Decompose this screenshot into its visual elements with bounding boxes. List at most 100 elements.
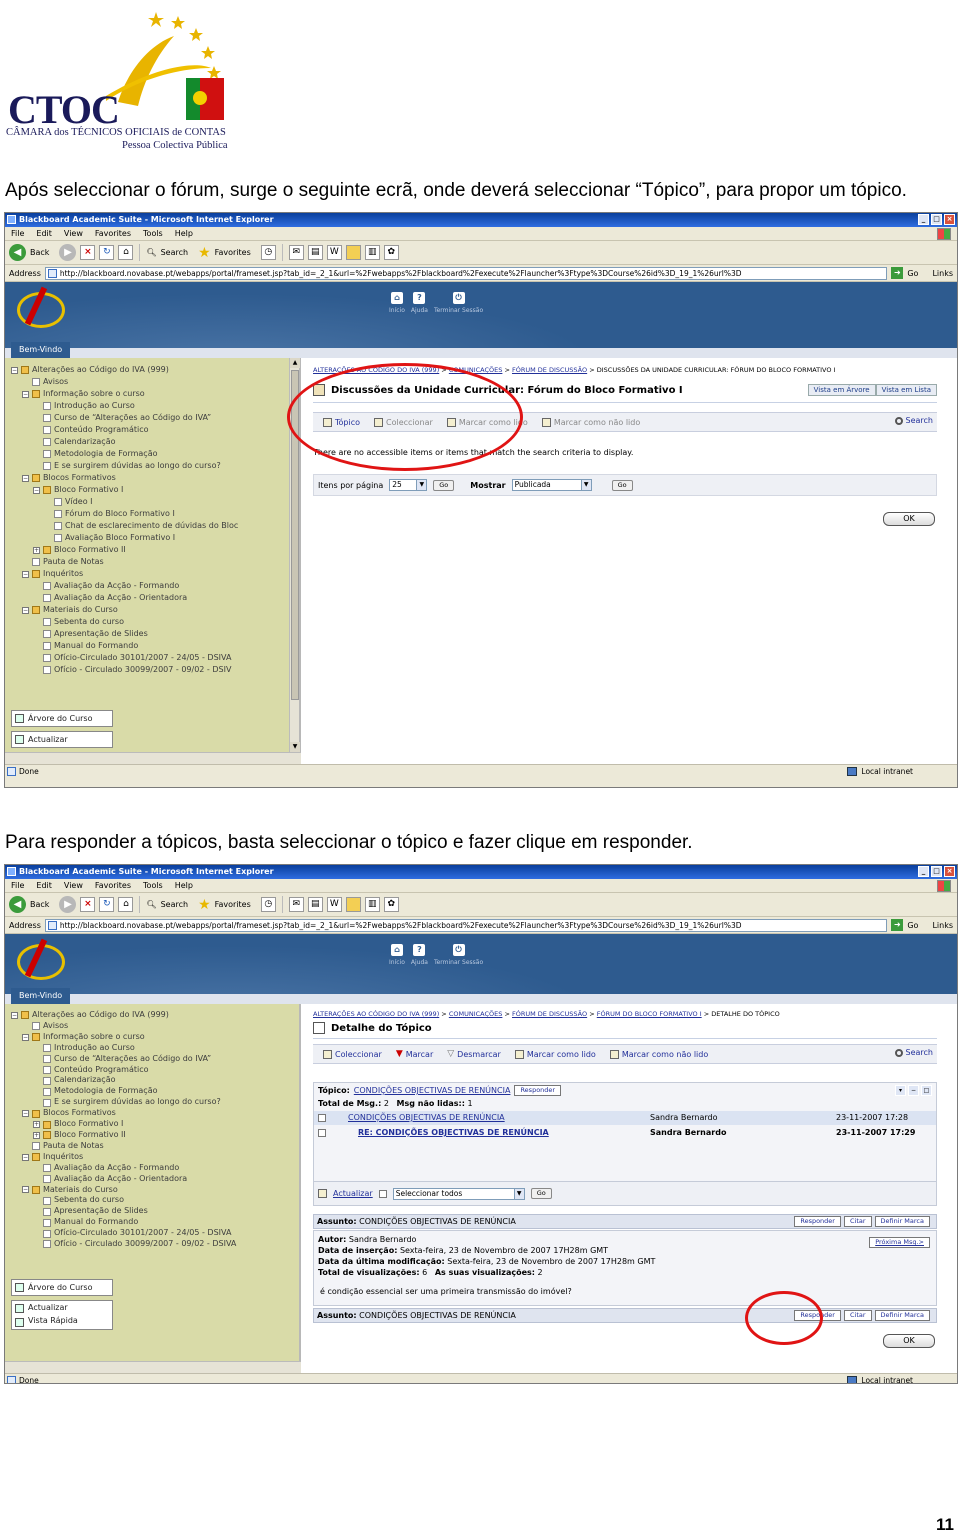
search-button-label[interactable]: Search xyxy=(161,248,188,257)
menu-help[interactable]: Help xyxy=(175,227,193,240)
vista-rapida-button[interactable]: Vista Rápida xyxy=(28,1316,78,1325)
select-go-button[interactable]: Go xyxy=(530,1188,552,1199)
marcar-button[interactable]: ▼ Marcar xyxy=(396,1049,433,1059)
menu-file[interactable]: File xyxy=(11,879,24,892)
collapse-icon[interactable]: − xyxy=(22,1153,29,1161)
tree-item[interactable]: Ofício - Circulado 30099/2007 - 09/02 - … xyxy=(11,664,238,676)
menu-view[interactable]: View xyxy=(64,879,83,892)
tree-item[interactable]: Metodologia de Formação xyxy=(11,448,238,460)
nav-ajuda[interactable]: ? Ajuda xyxy=(411,292,428,314)
print-icon[interactable]: ▤ xyxy=(307,897,323,912)
tree-item[interactable]: + Bloco Formativo II xyxy=(11,1130,236,1141)
mail-icon[interactable]: ✉ xyxy=(288,897,304,912)
back-arrow-icon[interactable]: ◀ xyxy=(9,244,26,261)
research-icon[interactable]: ▥ xyxy=(364,897,380,912)
ok-button[interactable]: OK xyxy=(883,512,935,526)
go-arrow-icon[interactable]: ➜ xyxy=(891,267,904,279)
thread-checkbox[interactable] xyxy=(318,1114,326,1122)
menu-tools[interactable]: Tools xyxy=(143,227,163,240)
citar-button-bottom[interactable]: Citar xyxy=(843,1310,872,1321)
menu-favorites[interactable]: Favorites xyxy=(95,879,131,892)
edit-icon[interactable]: W xyxy=(326,245,342,260)
tree-item[interactable]: − Blocos Formativos xyxy=(11,1108,236,1119)
thread-subject[interactable]: CONDIÇÕES OBJECTIVAS DE RENÚNCIA xyxy=(348,1113,505,1122)
back-button-label[interactable]: Back xyxy=(30,248,49,257)
nav-inicio[interactable]: ⌂ Início xyxy=(389,944,405,966)
tree-item[interactable]: − Bloco Formativo I xyxy=(11,484,238,496)
menu-edit[interactable]: Edit xyxy=(36,227,52,240)
definir-marca-button[interactable]: Definir Marca xyxy=(874,1216,930,1227)
tree-item[interactable]: Conteúdo Programático xyxy=(11,1065,236,1076)
scroll-down-icon[interactable]: ▼ xyxy=(290,742,300,752)
stop-icon[interactable]: × xyxy=(80,897,96,912)
breadcrumb-forum[interactable]: FÓRUM DE DISCUSSÃO xyxy=(512,1010,587,1018)
collapse-icon[interactable]: − xyxy=(22,1186,29,1194)
show-go-button[interactable]: Go xyxy=(611,479,633,491)
tree-item[interactable]: − Informação sobre o curso xyxy=(11,388,238,400)
tree-item[interactable]: Curso de “Alterações ao Código do IVA” xyxy=(11,412,238,424)
select-all-dropdown[interactable]: Seleccionar todos ▼ xyxy=(392,1187,525,1200)
mail-icon[interactable]: ✉ xyxy=(288,245,304,260)
view-tree-button[interactable]: Vista em Árvore xyxy=(807,384,876,396)
tab-bem-vindo[interactable]: Bem-Vindo xyxy=(11,342,71,358)
tree-item[interactable]: Pauta de Notas xyxy=(11,1141,236,1152)
print-icon[interactable]: ▤ xyxy=(307,245,323,260)
actualizar-button[interactable]: Actualizar xyxy=(28,1303,68,1312)
search-button[interactable]: Search xyxy=(894,1048,933,1057)
ok-button[interactable]: OK xyxy=(883,1334,935,1348)
proxima-msg-button[interactable]: Próxima Msg.> xyxy=(869,1237,930,1248)
tree-hscrollbar[interactable] xyxy=(5,752,301,764)
breadcrumb-forum-bloco[interactable]: FÓRUM DO BLOCO FORMATIVO I xyxy=(597,1010,702,1018)
thread-checkbox[interactable] xyxy=(318,1129,326,1137)
breadcrumb-comunicacoes[interactable]: COMUNICAÇÕES xyxy=(449,1010,503,1018)
tree-item[interactable]: + Bloco Formativo I xyxy=(11,1119,236,1130)
thread-row[interactable]: RE: CONDIÇÕES OBJECTIVAS DE RENÚNCIA San… xyxy=(314,1126,936,1140)
go-button-label[interactable]: Go xyxy=(907,269,918,278)
expand-icon[interactable]: + xyxy=(33,546,40,554)
tree-item[interactable]: Avaliação da Acção - Orientadora xyxy=(11,592,238,604)
nav-ajuda[interactable]: ? Ajuda xyxy=(411,944,428,966)
menu-tools[interactable]: Tools xyxy=(143,879,163,892)
actualizar-button[interactable]: Actualizar xyxy=(11,731,113,748)
tree-item[interactable]: − Alterações ao Código do IVA (999) xyxy=(11,1010,236,1021)
tree-item[interactable]: Sebenta do curso xyxy=(11,616,238,628)
favorites-button-label[interactable]: Favorites xyxy=(215,900,251,909)
tab-bem-vindo[interactable]: Bem-Vindo xyxy=(11,988,71,1004)
responder-button[interactable]: Responder xyxy=(794,1216,841,1227)
menu-view[interactable]: View xyxy=(64,227,83,240)
edit-icon[interactable]: W xyxy=(326,897,342,912)
coleccionar-button[interactable]: Coleccionar xyxy=(323,1049,382,1059)
go-button-label[interactable]: Go xyxy=(907,921,918,930)
collapse-icon[interactable]: − xyxy=(11,366,18,374)
tree-item[interactable]: Ofício - Circulado 30099/2007 - 09/02 - … xyxy=(11,1239,236,1250)
folder-icon[interactable] xyxy=(345,245,361,260)
show-select[interactable]: Publicada ▼ xyxy=(511,479,592,491)
tree-item[interactable]: Curso de “Alterações ao Código do IVA” xyxy=(11,1054,236,1065)
tree-item[interactable]: E se surgirem dúvidas ao longo do curso? xyxy=(11,1097,236,1108)
tree-item[interactable]: − Blocos Formativos xyxy=(11,472,238,484)
forward-arrow-icon[interactable]: ▶ xyxy=(59,244,77,261)
home-icon[interactable]: ⌂ xyxy=(118,245,134,260)
tree-item[interactable]: E se surgirem dúvidas ao longo do curso? xyxy=(11,460,238,472)
items-per-page-select[interactable]: 25 ▼ xyxy=(389,479,428,491)
favorites-button-label[interactable]: Favorites xyxy=(215,248,251,257)
links-label[interactable]: Links xyxy=(932,269,953,278)
tree-item[interactable]: Avisos xyxy=(11,376,238,388)
tree-item[interactable]: − Informação sobre o curso xyxy=(11,1032,236,1043)
tree-item[interactable]: Avisos xyxy=(11,1021,236,1032)
tree-item[interactable]: Apresentação de Slides xyxy=(11,628,238,640)
responder-topic-button[interactable]: Responder xyxy=(514,1085,562,1096)
tree-item[interactable]: Ofício-Circulado 30101/2007 - 24/05 - DS… xyxy=(11,652,238,664)
collapse-icon[interactable]: − xyxy=(22,570,29,578)
tree-item[interactable]: Ofício-Circulado 30101/2007 - 24/05 - DS… xyxy=(11,1228,236,1239)
marcar-nao-lido-button[interactable]: Marcar como não lido xyxy=(609,1049,708,1059)
citar-button[interactable]: Citar xyxy=(843,1216,872,1227)
tree-item[interactable]: Conteúdo Programático xyxy=(11,424,238,436)
refresh-icon[interactable]: ↻ xyxy=(99,897,115,912)
address-input[interactable]: http://blackboard.novabase.pt/webapps/po… xyxy=(44,266,888,280)
collapse-icon[interactable]: − xyxy=(22,1110,29,1118)
minimize-button[interactable]: _ xyxy=(918,214,929,225)
collapse-icon[interactable]: − xyxy=(22,606,29,614)
minimize-icon[interactable]: − xyxy=(908,1085,919,1096)
links-label[interactable]: Links xyxy=(932,921,953,930)
